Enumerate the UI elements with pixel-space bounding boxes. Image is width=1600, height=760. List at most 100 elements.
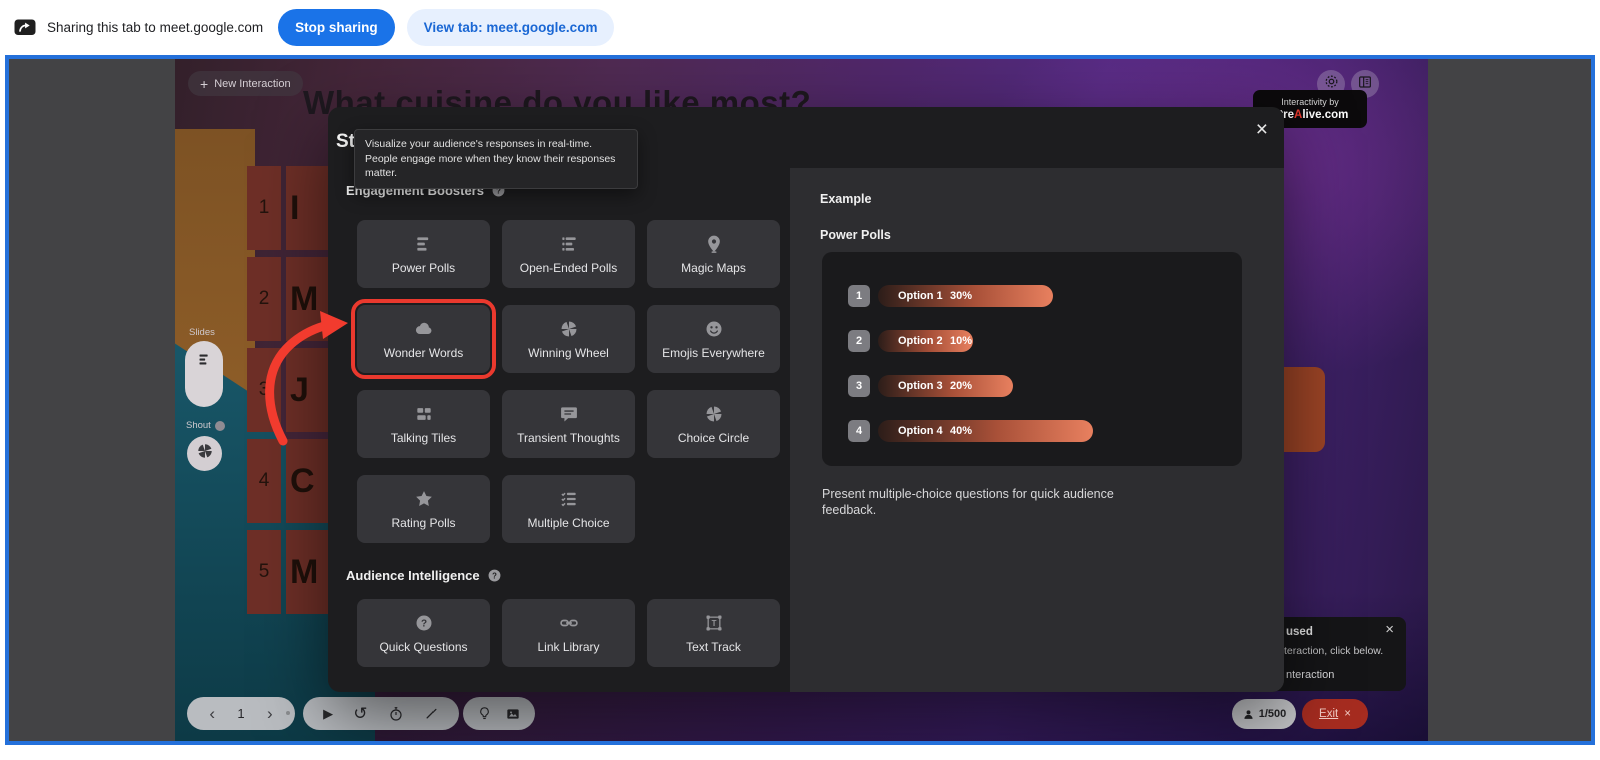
- poll-bars-icon: [197, 352, 212, 407]
- list-item-text: C: [286, 439, 334, 523]
- wheel-icon: [196, 442, 214, 465]
- image-button[interactable]: [505, 706, 521, 722]
- list-number: 2: [247, 257, 281, 341]
- view-tab-button[interactable]: View tab: meet.google.com: [406, 9, 615, 46]
- wheel-icon: [704, 404, 724, 424]
- tile-label: Power Polls: [391, 260, 456, 275]
- list-item-text: J: [286, 348, 334, 432]
- option-label: Option 3: [898, 380, 943, 392]
- option-percentage: 30%: [950, 290, 973, 302]
- help-icon[interactable]: ?: [487, 568, 502, 583]
- bar-chart-icon: [414, 234, 434, 254]
- interaction-picker-modal: Sta × Visualize your audience's response…: [328, 107, 1284, 692]
- playback-pill: ▶ ↺: [303, 697, 459, 730]
- tile-rating-polls[interactable]: Rating Polls: [357, 475, 490, 543]
- tile-label: Talking Tiles: [390, 430, 457, 445]
- example-subheading: Power Polls: [820, 228, 891, 242]
- tab-share-banner: Sharing this tab to meet.google.com Stop…: [0, 0, 1600, 55]
- stop-sharing-button[interactable]: Stop sharing: [278, 9, 395, 46]
- exit-button[interactable]: Exit ×: [1302, 699, 1368, 729]
- list-item-text: M: [286, 257, 334, 341]
- poll-option-row: 4 Option 4 40%: [848, 420, 1242, 442]
- tooltip: Visualize your audience's responses in r…: [354, 129, 638, 190]
- play-button[interactable]: ▶: [323, 707, 333, 720]
- tile-open-ended-polls[interactable]: Open-Ended Polls: [502, 220, 635, 288]
- list-number: 1: [247, 166, 281, 250]
- list-item: 3J: [247, 348, 334, 432]
- cloud-icon: [414, 319, 434, 339]
- tile-label: Open-Ended Polls: [519, 260, 618, 275]
- person-icon: [1242, 708, 1255, 721]
- media-pill: [463, 697, 535, 730]
- example-panel: Example Power Polls 1 Option 1 30% 2 Option …: [790, 168, 1284, 692]
- pointer-button[interactable]: [424, 706, 439, 721]
- toast-action[interactable]: nteraction: [1286, 669, 1334, 681]
- tiles-icon: [414, 404, 434, 424]
- tab-share-icon: [13, 16, 37, 40]
- tile-label: Quick Questions: [379, 639, 468, 654]
- option-bar: Option 1 30%: [878, 285, 1053, 307]
- slide-page-number: 1: [237, 706, 245, 721]
- option-percentage: 10%: [950, 335, 973, 347]
- tile-label: Rating Polls: [391, 515, 456, 530]
- option-label: Option 1: [898, 290, 943, 302]
- toast-title: used: [1286, 626, 1313, 638]
- highlight-button[interactable]: [477, 706, 492, 721]
- slide-list: 1I2M3J4C5M: [247, 166, 334, 621]
- option-number-chip: 1: [848, 285, 870, 307]
- tile-power-polls[interactable]: Power Polls: [357, 220, 490, 288]
- reset-button[interactable]: ↺: [353, 705, 367, 722]
- next-slide-button[interactable]: ›: [267, 705, 273, 722]
- tile-label: Emojis Everywhere: [662, 345, 765, 360]
- audience-intelligence-grid: ? Quick Questions Link Library T Text Track: [357, 599, 780, 667]
- tile-label: Text Track: [686, 639, 741, 654]
- tile-label: Transient Thoughts: [517, 430, 620, 445]
- list-item: 2M: [247, 257, 334, 341]
- option-number-chip: 3: [848, 375, 870, 397]
- close-icon: ×: [1344, 708, 1351, 720]
- new-interaction-button[interactable]: + New Interaction: [188, 71, 303, 96]
- branding-line1: Interactivity by: [1281, 97, 1339, 107]
- tile-label: Link Library: [537, 639, 600, 654]
- wheel-icon: [559, 319, 579, 339]
- shout-widget[interactable]: [187, 436, 222, 471]
- tile-transient-thoughts[interactable]: Transient Thoughts: [502, 390, 635, 458]
- toolbar-separator-dot: [286, 711, 290, 715]
- tile-label: Winning Wheel: [528, 345, 609, 360]
- slides-widget-label: Slides: [189, 327, 215, 338]
- toast-close-icon[interactable]: ×: [1385, 621, 1394, 638]
- tile-multiple-choice[interactable]: Multiple Choice: [502, 475, 635, 543]
- example-description: Present multiple-choice questions for qu…: [822, 487, 1114, 518]
- example-poll-chart: 1 Option 1 30% 2 Option 2 10% 3 Option 3 20% 4 Opt…: [822, 252, 1242, 466]
- tile-text-track[interactable]: T Text Track: [647, 599, 780, 667]
- example-heading: Example: [820, 192, 872, 206]
- tile-choice-circle[interactable]: Choice Circle: [647, 390, 780, 458]
- slides-widget[interactable]: [185, 341, 223, 407]
- tile-label: Multiple Choice: [527, 515, 610, 530]
- prev-slide-button[interactable]: ‹: [209, 705, 215, 722]
- tile-quick-questions[interactable]: ? Quick Questions: [357, 599, 490, 667]
- smiley-icon: [704, 319, 724, 339]
- timer-button[interactable]: [388, 706, 404, 722]
- audience-count-pill[interactable]: 1/500: [1232, 699, 1296, 729]
- option-percentage: 20%: [950, 380, 973, 392]
- checklist-icon: [559, 489, 579, 509]
- tile-label: Magic Maps: [681, 260, 746, 275]
- shared-tab-region: + New Interaction What cuisine do you li…: [5, 55, 1595, 745]
- tile-emojis-everywhere[interactable]: Emojis Everywhere: [647, 305, 780, 373]
- plus-icon: +: [200, 75, 209, 92]
- question-circle-icon: ?: [414, 613, 434, 633]
- tile-link-library[interactable]: Link Library: [502, 599, 635, 667]
- list-item-text: I: [286, 166, 334, 250]
- tile-magic-maps[interactable]: Magic Maps: [647, 220, 780, 288]
- tile-winning-wheel[interactable]: Winning Wheel: [502, 305, 635, 373]
- list-item-text: M: [286, 530, 334, 614]
- tile-label: Wonder Words: [383, 345, 464, 360]
- toast-body: teraction, click below.: [1284, 645, 1384, 657]
- star-icon: [414, 489, 434, 509]
- modal-close-icon[interactable]: ×: [1256, 119, 1268, 140]
- tile-wonder-words[interactable]: Wonder Words: [351, 299, 496, 379]
- svg-text:?: ?: [492, 571, 497, 580]
- poll-option-row: 3 Option 3 20%: [848, 375, 1242, 397]
- tile-talking-tiles[interactable]: Talking Tiles: [357, 390, 490, 458]
